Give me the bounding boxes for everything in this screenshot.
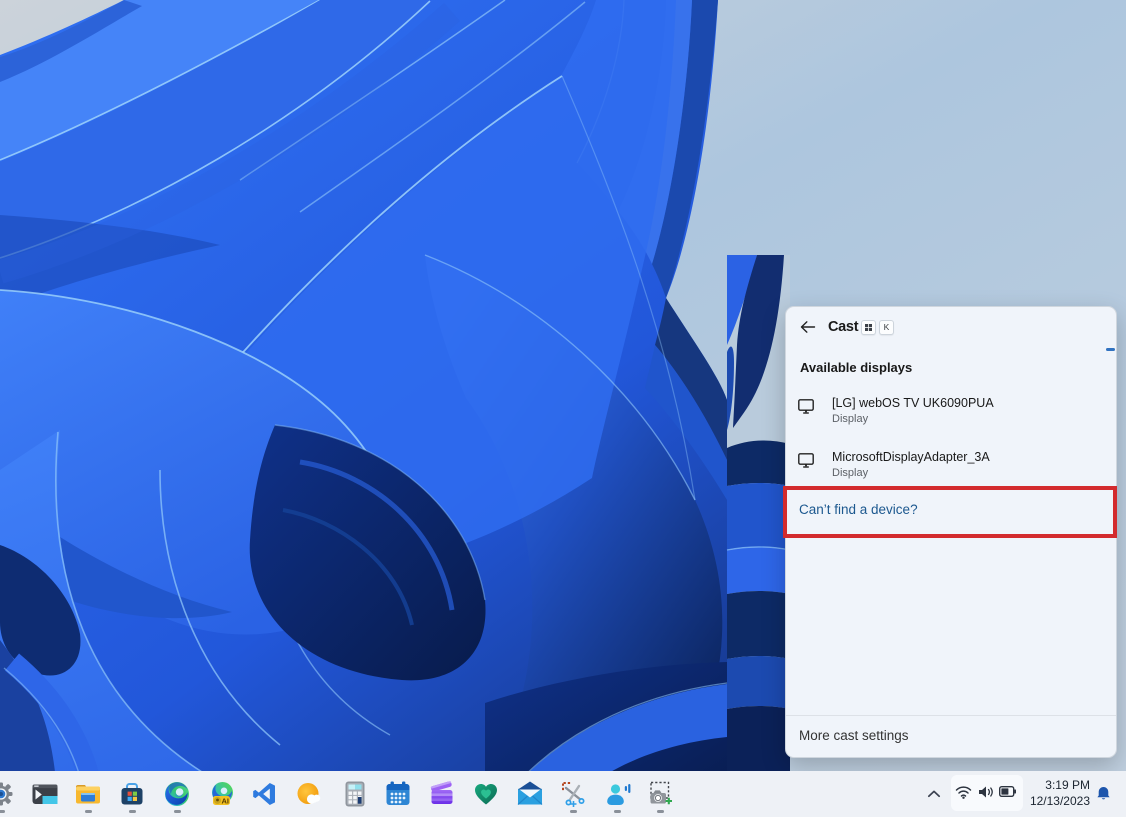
svg-text:AI: AI [222,797,230,806]
